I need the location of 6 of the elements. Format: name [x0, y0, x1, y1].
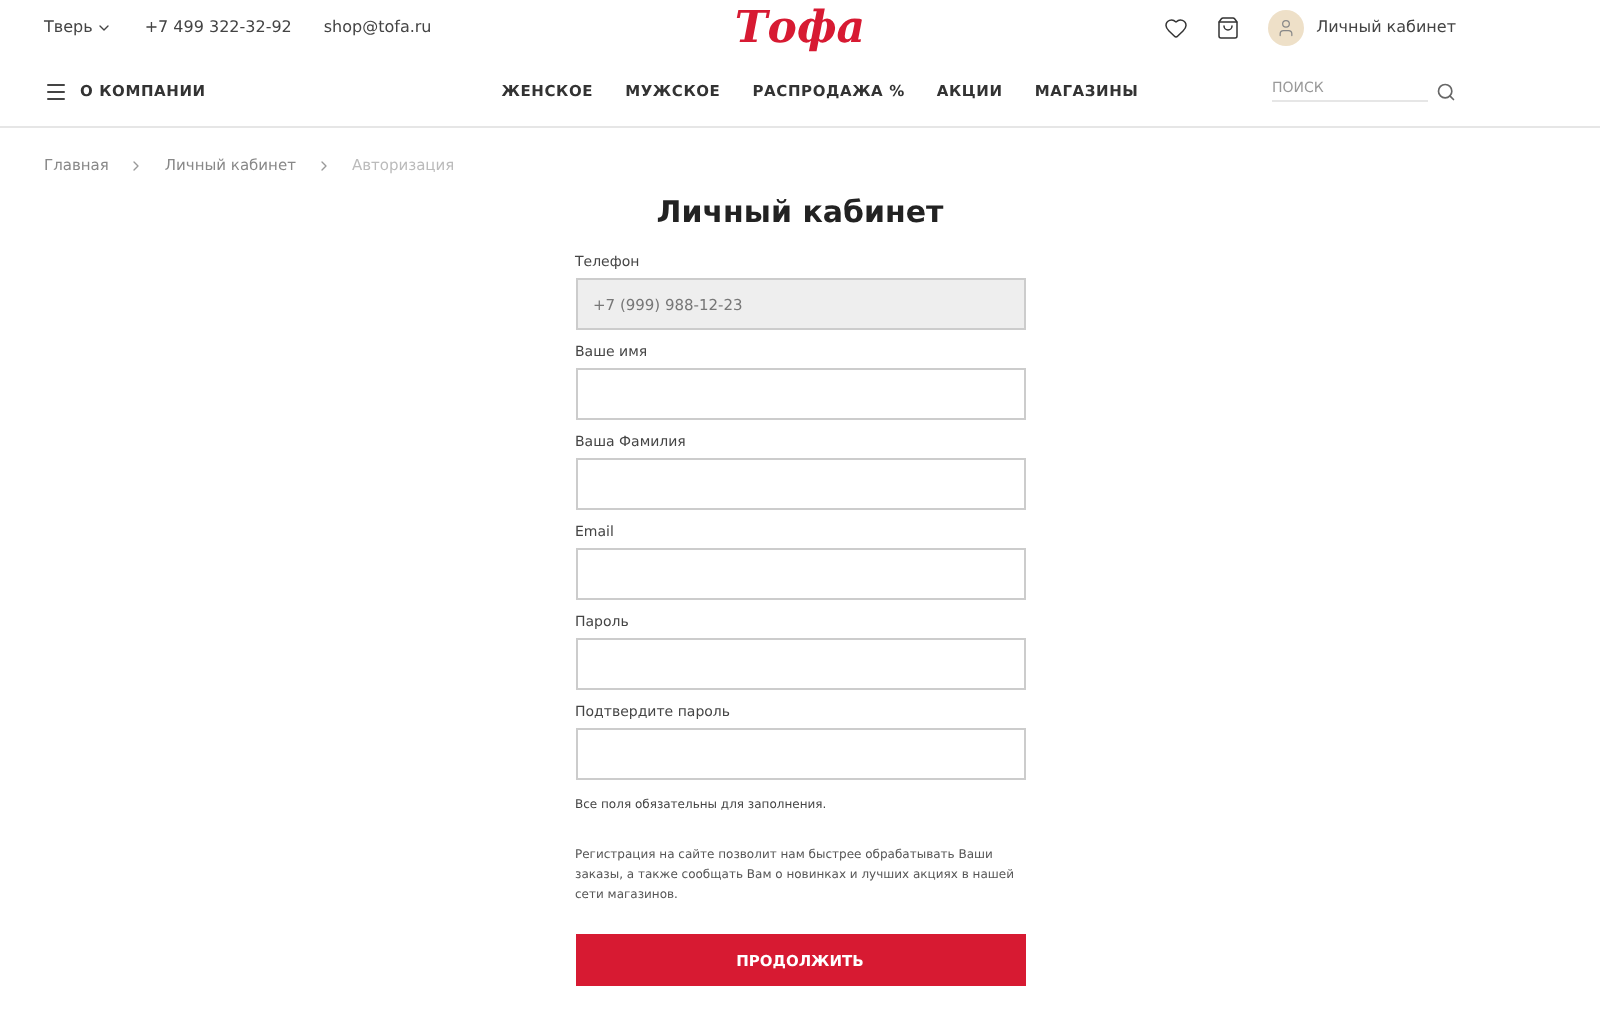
email-link[interactable]: shop@tofa.ru: [323, 18, 432, 38]
logo[interactable]: Тофа: [734, 1, 866, 55]
phone-link[interactable]: +7 499 322-32-92: [144, 18, 292, 38]
page-title: Личный кабинет: [654, 194, 946, 230]
city-selector[interactable]: Тверь: [44, 18, 113, 38]
account-link[interactable]: Личный кабинет: [1316, 18, 1456, 38]
